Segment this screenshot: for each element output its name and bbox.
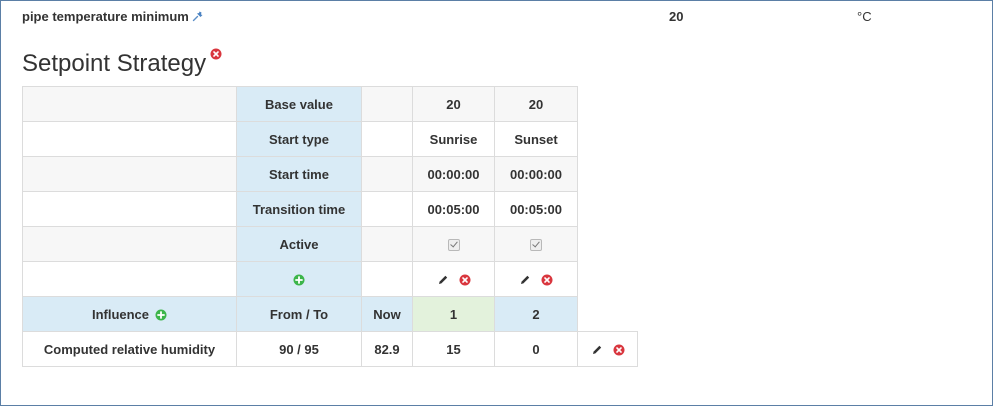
section-title-text: Setpoint Strategy [22,50,207,77]
from-to-header: From / To [236,296,362,332]
schedule-row-start-type: Start type Sunrise Sunset [22,121,638,157]
add-influence-icon[interactable] [155,309,167,321]
row-label: Active [236,226,362,262]
period-cell[interactable]: 00:00:00 [494,156,578,192]
period-cell[interactable]: 00:05:00 [494,191,578,227]
influence-actions [577,331,638,367]
pencil-icon[interactable] [519,274,531,286]
schedule-row-actions [22,261,638,297]
parameter-label: pipe temperature minimum [22,9,204,24]
row-label: Base value [236,86,362,122]
pencil-icon[interactable] [437,274,449,286]
schedule-row-transition-time: Transition time 00:05:00 00:05:00 [22,191,638,227]
pencil-icon[interactable] [591,344,603,356]
remove-strategy-icon[interactable] [210,48,222,60]
row-label: Transition time [236,191,362,227]
period-cell[interactable]: 00:00:00 [412,156,495,192]
influence-header-row: Influence From / To Now 1 2 [22,296,638,332]
period-cell [412,226,495,262]
parameter-value: 20 [669,9,684,24]
section-title: Setpoint Strategy [22,48,222,78]
active-checkbox[interactable] [447,239,460,252]
influence-value[interactable]: 15 [412,331,495,367]
schedule-row-base-value: Base value 20 20 [22,86,638,122]
remove-influence-icon[interactable] [613,344,625,356]
period-actions [412,261,495,297]
period-cell[interactable]: 20 [494,86,578,122]
period-header-current: 1 [412,296,495,332]
empty-cell [361,86,413,122]
row-label: Start time [236,156,362,192]
parameter-row: pipe temperature minimum 20 °C [22,9,972,27]
period-header: 2 [494,296,578,332]
period-cell[interactable]: Sunset [494,121,578,157]
period-cell [494,226,578,262]
influence-header: Influence [22,296,237,332]
period-cell[interactable]: Sunrise [412,121,495,157]
setpoint-strategy-table: Base value 20 20 Start type Sunrise Suns… [22,86,638,367]
now-header: Now [361,296,413,332]
influence-now: 82.9 [361,331,413,367]
parameter-label-text: pipe temperature minimum [22,9,189,24]
empty-cell [22,86,237,122]
period-cell[interactable]: 20 [412,86,495,122]
schedule-row-active: Active [22,226,638,262]
schedule-row-start-time: Start time 00:00:00 00:00:00 [22,156,638,192]
influence-value[interactable]: 0 [494,331,578,367]
active-checkbox[interactable] [530,239,542,252]
add-period-cell [236,261,362,297]
influence-name: Computed relative humidity [22,331,237,367]
period-cell[interactable]: 00:05:00 [412,191,495,227]
period-actions [494,261,578,297]
pin-icon[interactable] [192,10,204,22]
parameter-unit: °C [857,9,872,24]
add-period-icon[interactable] [293,274,305,286]
remove-period-icon[interactable] [541,274,553,286]
influence-from-to[interactable]: 90 / 95 [236,331,362,367]
influence-row: Computed relative humidity 90 / 95 82.9 … [22,331,638,367]
influence-header-label: Influence [91,306,150,322]
row-label: Start type [236,121,362,157]
remove-period-icon[interactable] [459,274,471,286]
